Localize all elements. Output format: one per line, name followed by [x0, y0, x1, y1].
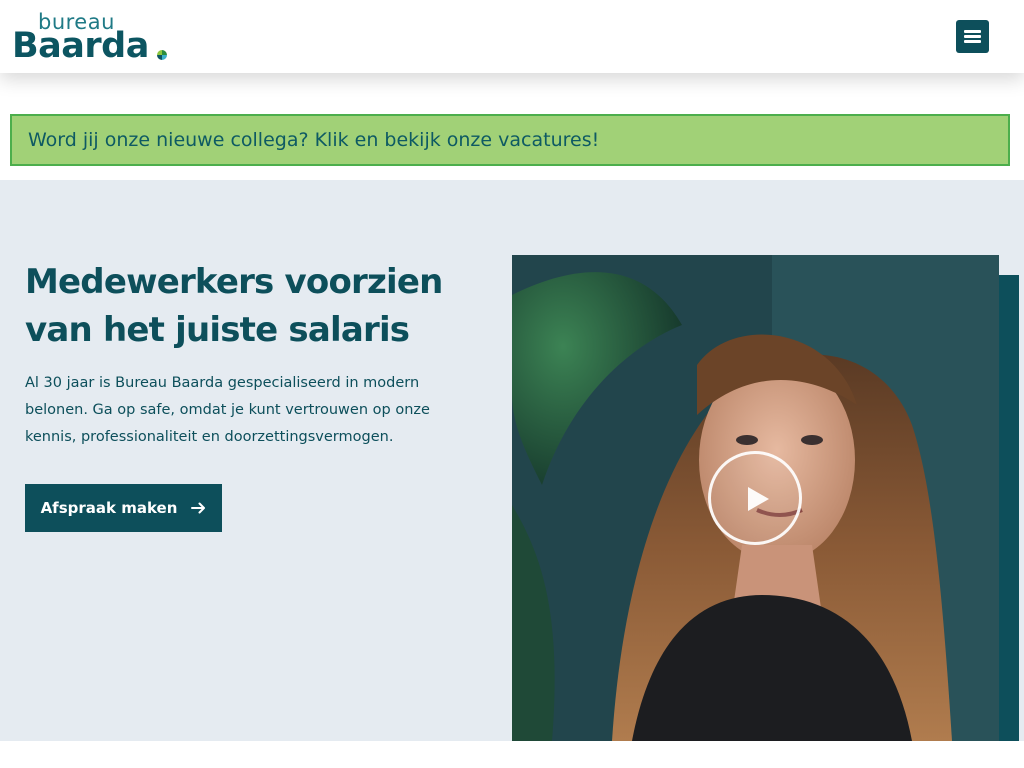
menu-button[interactable] [956, 20, 989, 53]
section-divider [0, 741, 1024, 768]
afspraak-maken-button[interactable]: Afspraak maken [25, 484, 222, 532]
logo-dot-icon [157, 50, 167, 60]
vacancy-banner-text: Word jij onze nieuwe collega? Klik en be… [28, 129, 600, 151]
hamburger-menu-icon [964, 30, 981, 43]
hero-title: Medewerkers voorzien van het juiste sala… [25, 262, 443, 350]
logo[interactable]: bureau Baarda [12, 10, 182, 66]
play-icon [748, 487, 769, 511]
play-video-button[interactable] [708, 451, 802, 545]
arrow-right-icon [191, 502, 206, 514]
hero-text: Al 30 jaar is Bureau Baarda gespecialise… [25, 375, 430, 445]
site-header: bureau Baarda [0, 0, 1024, 73]
logo-text-big: Baarda [12, 26, 149, 66]
cta-label: Afspraak maken [40, 499, 178, 517]
vacancy-banner[interactable]: Word jij onze nieuwe collega? Klik en be… [10, 114, 1010, 166]
